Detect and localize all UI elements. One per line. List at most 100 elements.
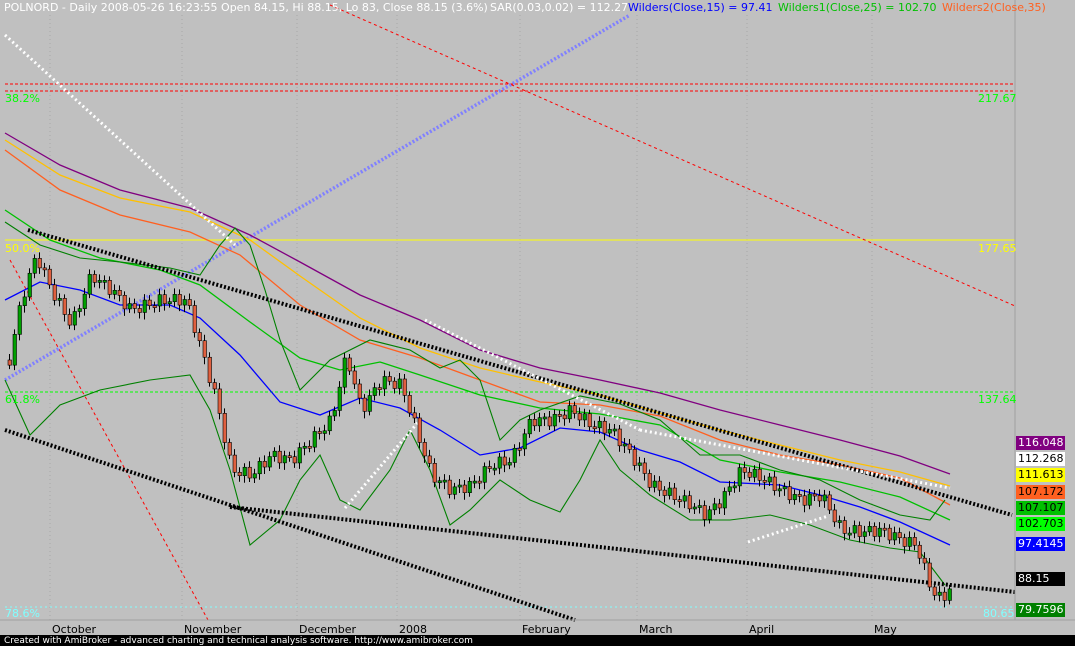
- price-label-wilders1: 102.703: [1016, 517, 1065, 531]
- candle-body: [867, 526, 872, 533]
- fib-382-price: 217.67: [978, 92, 1017, 105]
- candle-body: [512, 447, 517, 463]
- candle-body: [77, 308, 82, 312]
- price-label-ma-yellow: 111.613: [1016, 468, 1065, 482]
- candle-body: [222, 413, 227, 443]
- candle-body: [382, 376, 387, 390]
- candle-body: [782, 486, 787, 490]
- candle-body: [442, 479, 447, 483]
- candle-body: [942, 591, 947, 601]
- candle-body: [667, 487, 672, 496]
- candle-body: [42, 267, 47, 271]
- candle-body: [622, 443, 627, 447]
- candle-body: [832, 509, 837, 523]
- candle-body: [897, 532, 902, 539]
- candle-body: [902, 537, 907, 547]
- fib-50-percent: 50.0%: [5, 242, 40, 255]
- candle-body: [657, 480, 662, 491]
- candle-body: [257, 461, 262, 475]
- candle-body: [537, 417, 542, 427]
- candle-body: [557, 414, 562, 417]
- candle-body: [837, 520, 842, 523]
- candle-body: [737, 467, 742, 487]
- candle-body: [612, 428, 617, 432]
- candle-body: [627, 443, 632, 450]
- candle-body: [727, 486, 732, 492]
- candle-body: [602, 420, 607, 434]
- candle-body: [297, 447, 302, 464]
- candle-body: [427, 455, 432, 464]
- candle-body: [392, 380, 397, 389]
- candle-body: [197, 332, 202, 342]
- candle-body: [147, 299, 152, 306]
- candle-body: [332, 410, 337, 417]
- fib-382-percent: 38.2%: [5, 92, 40, 105]
- candle-body: [732, 485, 737, 489]
- candle-body: [377, 387, 382, 390]
- candle-body: [27, 272, 32, 298]
- candle-body: [142, 299, 147, 313]
- candle-body: [357, 383, 362, 399]
- candle-body: [802, 495, 807, 506]
- candle-body: [362, 397, 367, 412]
- candle-body: [822, 494, 827, 502]
- candle-body: [812, 493, 817, 497]
- candle-body: [412, 412, 417, 419]
- candle-body: [927, 562, 932, 588]
- candle-body: [242, 466, 247, 477]
- candle-body: [32, 258, 37, 274]
- candle-body: [912, 537, 917, 546]
- candle-body: [637, 462, 642, 466]
- candle-body: [452, 486, 457, 495]
- candle-body: [907, 537, 912, 547]
- candle-body: [172, 294, 177, 302]
- candle-body: [132, 303, 137, 309]
- wilders1-legend: Wilders1(Close,25) = 102.70: [778, 1, 937, 14]
- candle-body: [47, 268, 52, 286]
- chart-title: POLNORD - Daily 2008-05-26 16:23:55 Open…: [4, 1, 488, 14]
- candle-body: [267, 456, 272, 468]
- candle-body: [587, 413, 592, 428]
- candle-body: [352, 370, 357, 385]
- candle-body: [787, 486, 792, 501]
- candle-body: [872, 526, 877, 537]
- candle-body: [767, 476, 772, 483]
- candle-body: [702, 505, 707, 520]
- candle-body: [477, 480, 482, 484]
- candle-body: [387, 376, 392, 382]
- candle-body: [107, 280, 112, 295]
- candle-body: [17, 305, 22, 335]
- candle-body: [877, 527, 882, 537]
- candle-body: [202, 340, 207, 358]
- candle-body: [747, 471, 752, 478]
- footer-credit: Created with AmiBroker - advanced charti…: [0, 635, 1075, 646]
- candle-body: [677, 499, 682, 502]
- candle-body: [917, 544, 922, 559]
- candle-body: [122, 295, 127, 310]
- candle-body: [552, 414, 557, 427]
- candle-body: [402, 378, 407, 396]
- candle-body: [237, 471, 242, 477]
- candle-body: [937, 591, 942, 596]
- candle-body: [97, 280, 102, 283]
- candle-body: [52, 284, 57, 301]
- candle-body: [752, 468, 757, 478]
- price-chart[interactable]: [0, 0, 1075, 646]
- candle-body: [472, 480, 477, 484]
- candle-body: [467, 480, 472, 493]
- candle-body: [102, 280, 107, 283]
- wilders2-legend: Wilders2(Close,35): [942, 1, 1046, 14]
- price-label-ma-purple: 116.048: [1016, 436, 1065, 450]
- candle-body: [462, 484, 467, 493]
- candle-body: [632, 449, 637, 466]
- candle-body: [482, 466, 487, 483]
- candle-body: [457, 484, 462, 488]
- candle-body: [652, 480, 657, 488]
- candle-body: [422, 442, 427, 457]
- candle-body: [322, 430, 327, 434]
- candle-body: [302, 445, 307, 449]
- candle-body: [707, 509, 712, 520]
- candle-body: [167, 301, 172, 304]
- wilders-legend: Wilders(Close,15) = 97.41: [628, 1, 773, 14]
- candle-body: [687, 495, 692, 510]
